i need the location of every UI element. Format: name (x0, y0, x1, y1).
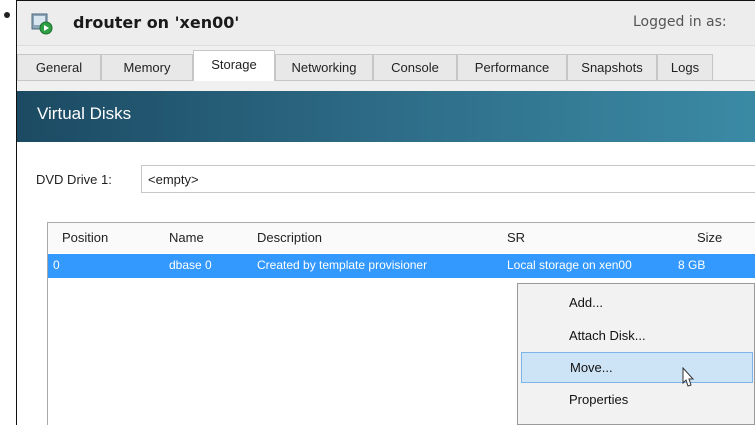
menu-item-properties-label: Properties (569, 392, 629, 407)
mouse-pointer-icon (678, 366, 696, 391)
menu-item-move[interactable]: Move... (521, 352, 753, 383)
column-header-sr[interactable]: SR (507, 230, 525, 245)
tab-storage[interactable]: Storage (193, 50, 275, 81)
tab-divider (17, 80, 755, 81)
cell-size: 8 GB (678, 258, 706, 272)
section-header: Virtual Disks (17, 91, 755, 142)
tab-general[interactable]: General (17, 54, 101, 80)
tab-console[interactable]: Console (373, 54, 457, 80)
context-menu: Add... Attach Disk... Move... Properties (517, 283, 755, 425)
dvd-drive-label: DVD Drive 1: (36, 172, 112, 187)
menu-item-properties[interactable]: Properties (521, 385, 753, 416)
column-header-position[interactable]: Position (62, 230, 108, 245)
cell-name: dbase 0 (169, 258, 212, 272)
menu-item-attach-disk[interactable]: Attach Disk... (521, 321, 753, 352)
cell-position: 0 (53, 258, 60, 272)
logged-in-label: Logged in as: (633, 14, 727, 30)
table-row[interactable]: 0 dbase 0 Created by template provisione… (48, 254, 755, 278)
menu-item-move-label: Move... (570, 360, 613, 375)
title-bar: drouter on 'xen00' Logged in as: (17, 1, 755, 46)
dvd-drive-select[interactable]: <empty> (141, 165, 755, 193)
dvd-drive-value: <empty> (148, 172, 199, 187)
cell-sr: Local storage on xen00 (507, 258, 632, 272)
xencenter-window: drouter on 'xen00' Logged in as: General… (16, 0, 755, 425)
tab-logs[interactable]: Logs (657, 54, 713, 80)
section-title: Virtual Disks (37, 104, 132, 123)
column-header-size[interactable]: Size (697, 230, 722, 245)
tab-networking[interactable]: Networking (275, 54, 373, 80)
menu-item-attach-disk-label: Attach Disk... (569, 328, 646, 343)
cell-description: Created by template provisioner (257, 258, 428, 272)
column-header-name[interactable]: Name (169, 230, 204, 245)
tab-strip: General Memory Storage Networking Consol… (17, 50, 755, 81)
tab-memory[interactable]: Memory (101, 54, 193, 80)
tab-performance[interactable]: Performance (457, 54, 567, 80)
vm-running-icon (30, 11, 54, 35)
tab-snapshots[interactable]: Snapshots (567, 54, 657, 80)
vm-title: drouter on 'xen00' (73, 13, 240, 32)
menu-item-add-label: Add... (569, 295, 603, 310)
column-header-description[interactable]: Description (257, 230, 322, 245)
list-bullet (4, 12, 10, 18)
menu-item-add[interactable]: Add... (521, 288, 753, 319)
table-header: Position Name Description SR Size (48, 223, 755, 253)
